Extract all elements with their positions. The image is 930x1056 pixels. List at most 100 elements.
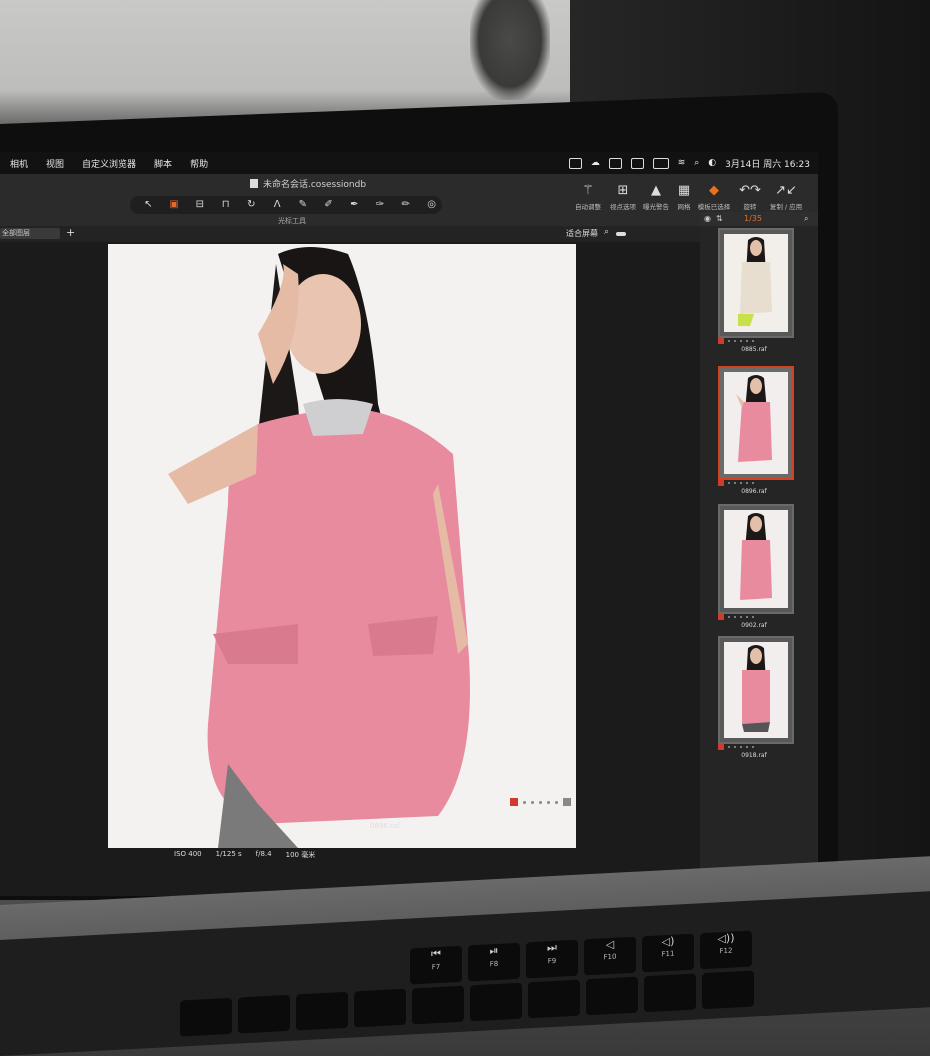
key-f9[interactable]: ⏭ F9 (526, 939, 578, 979)
share-icon[interactable]: ☁ (591, 158, 600, 168)
thumbnail-info: 0896.raf (718, 480, 790, 495)
key[interactable] (296, 991, 348, 1031)
color-tag-icon[interactable] (718, 338, 724, 344)
browser-count: 1/35 (744, 214, 762, 223)
key-f8[interactable]: ⏯ F8 (468, 942, 520, 982)
key-f7[interactable]: ⏮ F7 (410, 945, 462, 985)
annotate-icon[interactable]: ✑ (370, 199, 391, 211)
thumbnail-info: 0918.raf (718, 744, 790, 759)
strip-dot (539, 800, 542, 804)
eye-icon[interactable]: ◉ (704, 214, 711, 223)
key-f10[interactable]: ◁ F10 (584, 936, 636, 976)
copy-apply-icon: ↗↙ (775, 183, 797, 198)
person-leg-blur (470, 0, 550, 100)
strip-dot (555, 800, 558, 804)
menu-view[interactable]: 视图 (46, 157, 64, 170)
gradient-mask-icon[interactable]: Λ (267, 199, 288, 211)
thumbnail-selected[interactable] (718, 366, 794, 480)
key[interactable] (644, 973, 696, 1013)
key-f12[interactable]: ◁)) F12 (700, 930, 752, 970)
zoom-slider[interactable] (616, 232, 626, 236)
cast-icon[interactable] (568, 157, 582, 169)
thumbnail-image (724, 642, 788, 738)
color-tag-icon[interactable] (718, 614, 724, 620)
select-cursor-icon[interactable]: ↖ (138, 199, 159, 211)
document-title: 未命名会话.cosessiondb (250, 177, 366, 190)
cursor-tools-label: 光标工具 (278, 217, 306, 225)
status-area: ☁ ≋ ⌕ ◐ 3月14日 周六 16:23 (568, 157, 818, 170)
thumbnail-image (724, 372, 788, 474)
add-layer-icon[interactable]: + (66, 226, 75, 239)
viewer-subbar: 全部图层 + 适合屏幕 ⌕ (0, 226, 700, 242)
search-icon[interactable]: ⌕ (694, 158, 699, 168)
shutter-value: 1/125 s (215, 850, 242, 858)
straighten-cursor-icon[interactable]: ⊟ (190, 199, 211, 211)
pen-icon[interactable]: ✏ (396, 199, 417, 211)
menu-scripts[interactable]: 脚本 (154, 157, 172, 170)
exposure-dial-icon[interactable]: ◎ (421, 199, 442, 211)
key[interactable] (702, 970, 754, 1010)
cursor-tools: ↖ ▣ ⊟ ⊓ ↻ Λ ✎ ✐ ✒ ✑ ✏ ◎ (130, 196, 442, 214)
strip-end-marker[interactable] (563, 798, 571, 806)
thumbnail-filename: 0885.raf (741, 346, 767, 353)
thumbnail-filename: 0896.raf (741, 488, 767, 495)
key[interactable] (470, 982, 522, 1022)
brush-icon[interactable]: ✎ (293, 199, 314, 211)
eraser-icon[interactable]: ✐ (318, 199, 339, 211)
current-marker[interactable] (510, 798, 518, 806)
focal-length-value: 100 毫米 (285, 851, 316, 859)
template-selected-button[interactable]: ◆ 模板已选择 (696, 183, 732, 212)
image-viewer: 0896.raf ISO 400 1/125 s f/8.4 100 毫米 (0, 242, 700, 896)
viewer-filename: 0896.raf (370, 822, 400, 830)
zoom-icon[interactable]: ⌕ (604, 227, 609, 237)
color-tag-icon[interactable] (718, 480, 724, 486)
browser-panel: ◉ ⇅ 1/35 ⌕ 0885.raf 0896.raf 0902.raf 09… (700, 212, 818, 896)
key[interactable] (180, 997, 232, 1037)
key[interactable] (354, 988, 406, 1028)
browser-header: ◉ ⇅ 1/35 ⌕ (700, 212, 818, 226)
color-picker-icon[interactable]: ✒ (344, 199, 365, 211)
crop-cursor-icon[interactable]: ▣ (164, 199, 185, 211)
document-icon (250, 179, 258, 188)
menu-custom-browser[interactable]: 自定义浏览器 (82, 157, 136, 170)
key-f11[interactable]: ◁) F11 (642, 933, 694, 973)
thumbnail-info: 0902.raf (718, 614, 790, 629)
rotate-button[interactable]: ↶↷ 旋转 (732, 183, 768, 212)
layer-selector[interactable]: 全部图层 (0, 228, 60, 239)
magic-wand-icon: ⚚ (582, 183, 594, 198)
thumbnail[interactable] (718, 636, 794, 744)
key[interactable] (528, 979, 580, 1019)
thumbnail[interactable] (718, 228, 794, 338)
thumbnail[interactable] (718, 504, 794, 614)
strip-dot (531, 800, 534, 804)
spot-removal-icon[interactable]: ↻ (241, 199, 262, 211)
key[interactable] (238, 994, 290, 1034)
browser-search-icon[interactable]: ⌕ (804, 214, 808, 224)
exif-metadata: ISO 400 1/125 s f/8.4 100 毫米 (174, 850, 315, 860)
layers-icon: ◆ (709, 183, 719, 198)
window-icon[interactable] (608, 157, 622, 169)
keystone-cursor-icon[interactable]: ⊓ (215, 199, 236, 211)
photo-preview[interactable] (108, 244, 576, 848)
viewer-options-button[interactable]: ⊞ 视点选项 (605, 183, 641, 212)
zoom-mode-label[interactable]: 适合屏幕 (566, 228, 598, 239)
menu-help[interactable]: 帮助 (190, 157, 208, 170)
key[interactable] (412, 985, 464, 1025)
copy-apply-button[interactable]: ↗↙ 复制 / 应用 (768, 183, 804, 212)
rotate-icon: ↶↷ (739, 183, 761, 198)
auto-adjust-button[interactable]: ⚚ 自动调整 (570, 183, 606, 212)
menu-camera[interactable]: 相机 (10, 157, 28, 170)
laptop-screen: 相机 视图 自定义浏览器 脚本 帮助 ☁ ≋ ⌕ ◐ 3月14日 周六 16:2… (0, 152, 818, 896)
strip-dot (547, 800, 550, 804)
color-tag-icon[interactable] (718, 744, 724, 750)
grid-view-icon: ⊞ (617, 183, 629, 198)
key[interactable] (586, 976, 638, 1016)
control-center-icon[interactable]: ◐ (708, 158, 716, 168)
menu-clock[interactable]: 3月14日 周六 16:23 (725, 157, 810, 170)
wifi-icon[interactable]: ≋ (678, 158, 686, 168)
photo-illustration (108, 244, 576, 848)
battery-icon[interactable] (652, 157, 669, 169)
cc-icon[interactable] (630, 157, 644, 169)
thumbnail-filename: 0902.raf (741, 622, 767, 629)
sort-icon[interactable]: ⇅ (716, 214, 723, 223)
